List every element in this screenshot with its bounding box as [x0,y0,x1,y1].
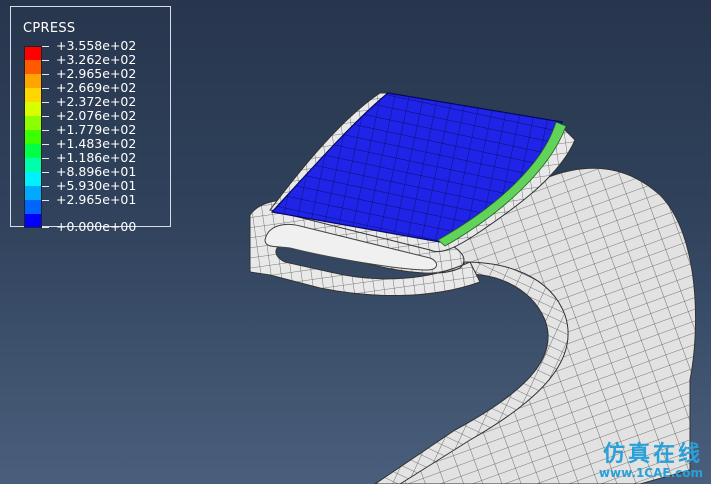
legend-value: +3.262e+02 [56,52,137,67]
legend-swatch [24,130,42,144]
legend-swatch [24,88,42,102]
legend-tick [42,158,49,159]
site-watermark: 仿真在线 www.1CAE.com [599,436,703,480]
legend-scale: +3.558e+02 +3.262e+02 +2.965e+02 +2.669e… [24,39,169,234]
legend-swatch [24,144,42,158]
legend-value: +2.372e+02 [56,94,137,109]
legend-value: +8.896e+01 [56,164,137,179]
legend-swatch [24,116,42,130]
legend-swatch [24,102,42,116]
legend-value: +5.930e+01 [56,178,137,193]
legend-tick [42,130,49,131]
legend-entry: +2.965e+01 [24,193,169,214]
legend-swatch [24,200,42,214]
legend-tick [42,186,49,187]
legend-value: +2.076e+02 [56,108,137,123]
legend-swatch [24,214,42,228]
legend-tick [42,227,49,228]
legend-tick [42,102,49,103]
legend-tick [42,46,49,47]
legend-tick [42,200,49,201]
legend-value: +2.669e+02 [56,80,137,95]
legend-swatch [24,186,42,200]
legend-swatch [24,158,42,172]
legend-value: +1.186e+02 [56,150,137,165]
legend-swatch [24,46,42,60]
legend-tick [42,116,49,117]
legend-value: +1.779e+02 [56,122,137,137]
legend-value: +0.000e+00 [56,219,137,234]
legend-swatch [24,74,42,88]
legend-tick [42,74,49,75]
legend-entry: +0.000e+00 [24,214,169,234]
legend-value: +1.483e+02 [56,136,137,151]
legend-value: +3.558e+02 [56,38,137,53]
legend-swatch [24,172,42,186]
legend-title: CPRESS [23,21,76,36]
watermark-chinese: 仿真在线 [602,442,703,467]
legend-value: +2.965e+01 [56,192,137,207]
legend-swatch [24,60,42,74]
contour-legend: CPRESS +3.558e+02 +3.262e+02 +2.965e+02 … [10,6,171,234]
legend-tick [42,144,49,145]
legend-tick [42,60,49,61]
watermark-url: www.1CAE.com [598,466,703,480]
legend-tick [42,88,49,89]
legend-tick [42,172,49,173]
legend-value: +2.965e+02 [56,66,137,81]
